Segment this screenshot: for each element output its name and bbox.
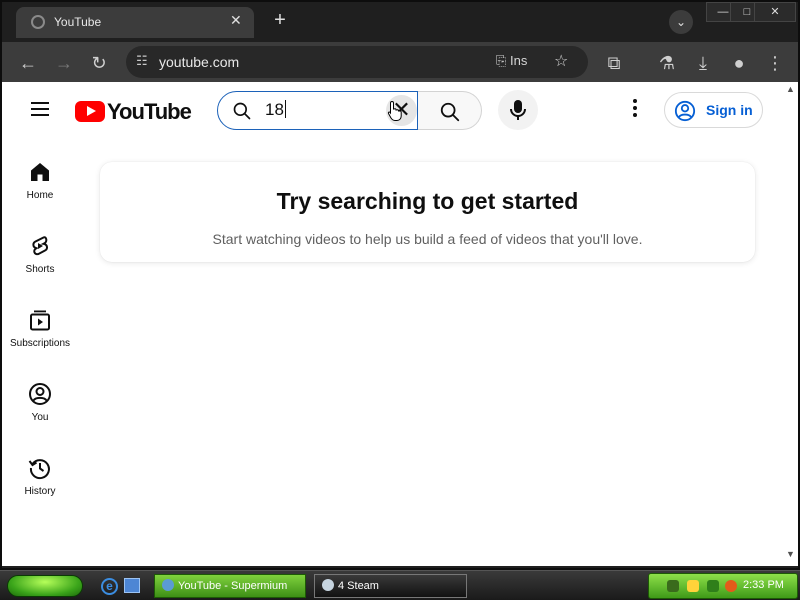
voice-search-button[interactable] (498, 90, 538, 130)
site-settings-icon[interactable]: ☷ (136, 53, 148, 69)
show-desktop-icon[interactable] (124, 578, 140, 593)
guide-item-you[interactable]: You (2, 382, 78, 448)
start-button[interactable] (7, 575, 83, 597)
taskbar-item-steam[interactable]: 4 Steam (314, 574, 467, 598)
home-icon (31, 163, 49, 181)
more-icon[interactable]: ⋮ (762, 50, 788, 76)
account-icon (674, 100, 696, 122)
sign-in-button[interactable]: Sign in (664, 92, 763, 128)
search-query: 18 (265, 100, 284, 119)
shorts-icon (32, 236, 48, 256)
taskbar-item-label: YouTube - Supermium (178, 580, 288, 592)
tab-strip: YouTube ✕ + ⌄ — □ ✕ (2, 2, 798, 42)
download-icon[interactable]: ⤓ (690, 50, 716, 76)
empty-feed-card: Try searching to get started Start watch… (100, 162, 755, 262)
steam-icon (322, 579, 334, 591)
guide-item-shorts[interactable]: Shorts (2, 234, 78, 300)
menu-icon[interactable] (31, 102, 49, 116)
profile-icon[interactable]: ● (726, 50, 752, 76)
install-icon[interactable]: ⎘ Ins (496, 53, 527, 69)
text-caret (284, 100, 286, 118)
hand-cursor-icon (387, 100, 402, 121)
volume-icon[interactable] (707, 580, 719, 592)
search-icon[interactable] (725, 580, 737, 592)
guide-item-subscriptions[interactable]: Subscriptions (2, 308, 78, 374)
install-label: Ins (510, 53, 528, 68)
address-bar[interactable]: ☷ youtube.com ⎘ Ins ☆ (126, 46, 588, 78)
security-shield-icon[interactable] (687, 580, 699, 592)
subscriptions-icon (30, 310, 50, 331)
taskbar-item-youtube[interactable]: YouTube - Supermium (154, 574, 306, 598)
settings-more-icon[interactable] (632, 99, 638, 121)
guide-label-home: Home (26, 190, 54, 201)
system-tray: 2:33 PM (648, 573, 798, 599)
globe-icon (31, 15, 45, 29)
tab-youtube[interactable]: YouTube ✕ (16, 7, 254, 38)
you-icon (29, 383, 51, 405)
empty-feed-title: Try searching to get started (276, 188, 579, 214)
taskbar-item-label: 4 Steam (338, 580, 379, 592)
star-icon[interactable]: ☆ (554, 51, 568, 71)
extensions-icon[interactable]: ⧉ (601, 50, 627, 76)
url-text[interactable]: youtube.com (159, 54, 239, 70)
labs-icon[interactable]: ⚗ (654, 50, 680, 76)
guide-label-shorts: Shorts (25, 264, 55, 275)
plus-icon[interactable]: + (268, 9, 292, 33)
search-button[interactable] (418, 91, 482, 130)
scroll-down-icon[interactable]: ▼ (786, 549, 795, 559)
guide-label-you: You (31, 412, 49, 423)
network-icon[interactable] (667, 580, 679, 592)
window-close-button[interactable]: ✕ (754, 2, 796, 22)
reload-icon[interactable]: ↻ (86, 50, 112, 76)
search-icon (440, 102, 460, 122)
back-icon[interactable]: ← (15, 50, 41, 76)
forward-icon[interactable]: → (51, 50, 77, 76)
guide-item-home[interactable]: Home (2, 160, 78, 226)
chevron-down-icon[interactable]: ⌄ (669, 10, 693, 34)
browser-icon (162, 579, 174, 591)
guide-item-history[interactable]: History (2, 456, 78, 522)
guide-label-history: History (24, 486, 56, 497)
browser-toolbar: ← → ↻ ☷ youtube.com ⎘ Ins ☆ ⧉ ⚗ ⤓ ● ⋮ (2, 42, 798, 84)
scroll-up-icon[interactable]: ▲ (786, 84, 795, 94)
logo-text: YouTube (107, 99, 192, 124)
youtube-page: YouTube 18 ✕ Sign in Home Shorts Subscri… (2, 82, 782, 566)
internet-explorer-icon[interactable]: e (101, 578, 118, 595)
taskbar: e YouTube - Supermium 4 Steam 2:33 PM (0, 570, 800, 600)
clock[interactable]: 2:33 PM (743, 579, 784, 591)
play-icon (75, 101, 105, 122)
search-icon (233, 102, 251, 120)
sign-in-label: Sign in (706, 102, 753, 118)
page-scrollbar[interactable]: ▲ ▼ (782, 82, 798, 566)
history-icon (28, 459, 50, 480)
close-icon[interactable]: ✕ (230, 12, 242, 29)
guide-label-subscriptions: Subscriptions (9, 338, 71, 349)
empty-feed-subtitle: Start watching videos to help us build a… (212, 231, 643, 247)
tab-title: YouTube (54, 15, 102, 29)
microphone-icon (510, 100, 526, 120)
